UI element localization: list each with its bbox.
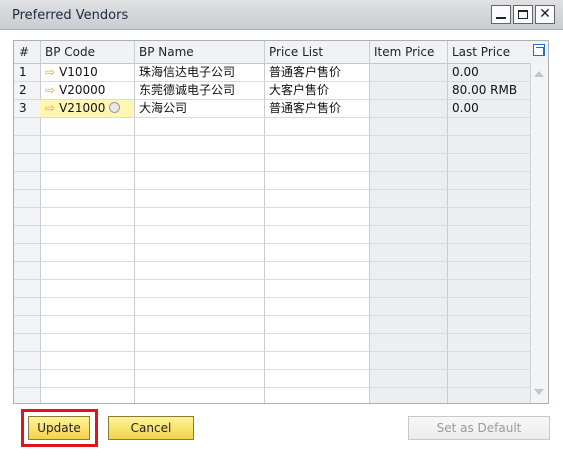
minimize-button[interactable] [491,5,511,24]
scroll-up-icon[interactable] [534,71,544,77]
highlight-box [21,409,98,447]
cancel-button[interactable]: Cancel [108,416,194,440]
grid-line [14,189,531,190]
grid-line [14,171,531,172]
table-header: # BP Code BP Name Price List Item Price … [14,41,548,64]
last-price-cell: 0.00 [452,101,479,115]
grid-line [14,153,531,154]
grid-line [14,135,531,136]
grid-line [14,369,531,370]
link-arrow-icon[interactable]: ⇨ [45,101,55,115]
price-list-cell[interactable]: 大客户售价 [264,82,369,99]
header-number[interactable]: # [14,41,40,63]
bp-code-value: V1010 [59,65,98,79]
grid-line [14,297,531,298]
table-row[interactable]: 2 ⇨ V20000 东莞德诚电子公司 大客户售价 80.00 RMB [14,82,531,99]
minimize-icon [496,17,506,19]
bp-code-value: V21000 [59,101,106,115]
scroll-down-icon[interactable] [534,389,544,395]
grid-line [14,387,531,388]
set-as-default-button[interactable]: Set as Default [408,416,550,440]
last-price-cell: 80.00 RMB [452,83,518,97]
grid-line [14,315,531,316]
maximize-button[interactable] [513,5,533,24]
row-number: 1 [19,65,27,79]
row-number: 2 [19,83,27,97]
expand-icon[interactable] [533,44,545,56]
item-price-cell[interactable] [369,64,447,81]
bp-name-cell[interactable]: 大海公司 [134,100,264,117]
bp-code-cell[interactable]: ⇨ V21000 [40,100,134,117]
close-button[interactable]: ✕ [535,5,555,24]
grid-line [14,225,531,226]
grid-line [14,207,531,208]
grid-line [14,351,531,352]
bp-code-cell[interactable]: ⇨ V1010 [40,64,134,81]
table-row[interactable]: 1 ⇨ V1010 珠海信达电子公司 普通客户售价 0.00 [14,64,531,81]
price-list-cell[interactable]: 普通客户售价 [264,100,369,117]
bp-name-cell[interactable]: 珠海信达电子公司 [134,64,264,81]
grid-line [14,279,531,280]
item-price-cell[interactable] [369,82,447,99]
grid-line [14,243,531,244]
grid-line [14,117,531,118]
last-price-cell: 0.00 [452,65,479,79]
header-item-price[interactable]: Item Price [369,41,447,63]
link-arrow-icon[interactable]: ⇨ [45,65,55,79]
window-controls: ✕ [491,5,555,24]
item-price-cell[interactable] [369,100,447,117]
header-bp-code[interactable]: BP Code [40,41,134,63]
vendors-table: # BP Code BP Name Price List Item Price … [13,40,549,404]
maximize-icon [518,10,528,19]
vertical-scrollbar[interactable] [530,63,548,403]
window-title: Preferred Vendors [12,8,129,23]
table-row[interactable]: 3 ⇨ V21000 大海公司 普通客户售价 0.00 [14,100,531,117]
choose-from-list-icon[interactable] [109,102,121,113]
grid-line [14,333,531,334]
bp-code-cell[interactable]: ⇨ V20000 [40,82,134,99]
row-number: 3 [19,101,27,115]
price-list-cell[interactable]: 普通客户售价 [264,64,369,81]
grid-line [14,261,531,262]
header-bp-name[interactable]: BP Name [134,41,264,63]
bp-code-value: V20000 [59,83,106,97]
header-price-list[interactable]: Price List [264,41,369,63]
title-bar: Preferred Vendors ✕ [0,0,563,30]
close-icon: ✕ [539,6,551,22]
bp-name-cell[interactable]: 东莞德诚电子公司 [134,82,264,99]
header-last-price[interactable]: Last Price [447,41,533,63]
link-arrow-icon[interactable]: ⇨ [45,83,55,97]
